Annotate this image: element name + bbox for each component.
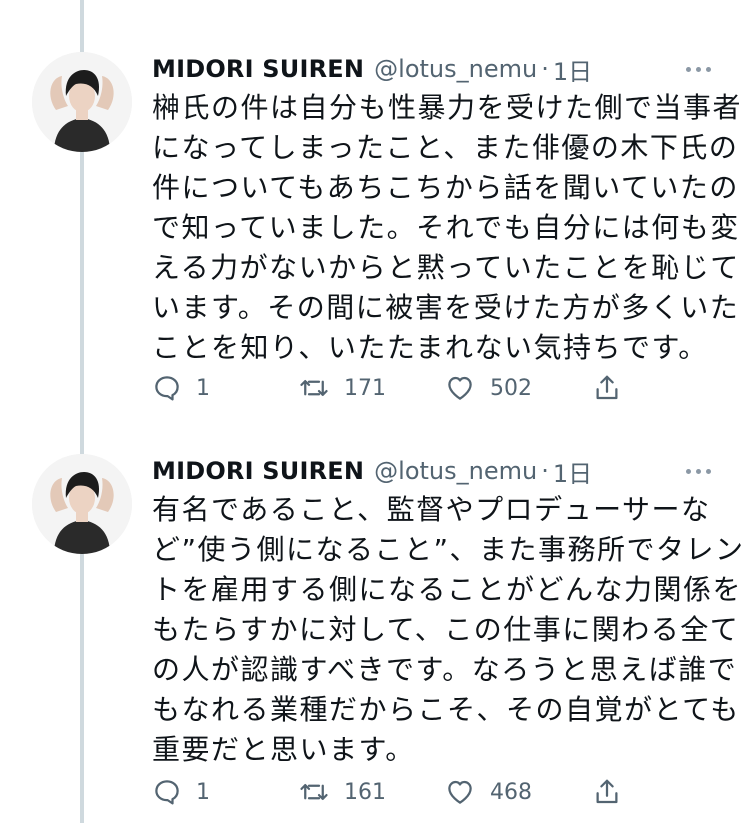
like-button[interactable]: 468: [444, 772, 532, 812]
share-button[interactable]: [592, 772, 622, 812]
more-icon[interactable]: [680, 454, 716, 488]
avatar-image: [32, 454, 132, 554]
author-name[interactable]: MIDORI SUIREN: [152, 457, 364, 485]
tweet-text-line: もたらすかに対して、この仕事に関わる全て: [152, 613, 740, 646]
separator-dot: ·: [541, 457, 549, 485]
tweet-header: MIDORI SUIREN @lotus_nemu · 1日: [152, 52, 730, 86]
retweet-button[interactable]: 171: [298, 368, 386, 408]
retweet-icon: [300, 380, 328, 396]
reply-icon: [155, 780, 179, 805]
tweet-text-line: 件についてもあちこちから話を聞いていたの: [152, 171, 739, 204]
avatar[interactable]: [32, 454, 132, 554]
reply-button[interactable]: 1: [152, 368, 210, 408]
tweet-actions: 1 171 502: [152, 368, 632, 408]
tweet-time[interactable]: 1日: [553, 52, 592, 87]
like-button[interactable]: 502: [444, 368, 532, 408]
share-button[interactable]: [592, 368, 622, 408]
tweet-text-line: 重要だと思います。: [152, 733, 415, 766]
tweet-text-line: もなれる業種だからこそ、その自覚がとても: [152, 693, 740, 726]
reply-count: 1: [196, 779, 210, 805]
tweet-text-line: います。その間に被害を受けた方が多くいた: [152, 291, 740, 324]
reply-count: 1: [196, 375, 210, 401]
tweet-text: 榊氏の件は自分も性暴力を受けた側で当事者 になってしまったこと、また俳優の木下氏…: [152, 88, 743, 368]
author-name[interactable]: MIDORI SUIREN: [152, 55, 364, 83]
like-icon: [448, 376, 472, 400]
tweet-text: 有名であること、監督やプロデューサーな ど”使う側になること”、また事務所でタレ…: [152, 490, 745, 770]
share-icon: [596, 779, 618, 804]
avatar-image: [32, 52, 132, 152]
author-handle[interactable]: @lotus_nemu: [374, 55, 537, 83]
tweet-header: MIDORI SUIREN @lotus_nemu · 1日: [152, 454, 730, 488]
author-handle[interactable]: @lotus_nemu: [374, 457, 537, 485]
reply-button[interactable]: 1: [152, 772, 210, 812]
tweet-text-line: 榊氏の件は自分も性暴力を受けた側で当事者: [152, 91, 743, 124]
like-count: 502: [490, 375, 532, 401]
like-count: 468: [490, 779, 532, 805]
retweet-icon: [300, 784, 328, 800]
like-icon: [448, 780, 472, 804]
tweet-text-line: で知っていました。それでも自分には何も変: [152, 211, 740, 244]
tweet-text-line: 有名であること、監督やプロデューサーな: [152, 493, 711, 526]
tweet-text-line: ど”使う側になること”、また事務所でタレン: [152, 533, 745, 566]
tweet-text-line: になってしまったこと、また俳優の木下氏の: [152, 131, 739, 164]
reply-icon: [155, 376, 179, 401]
tweet-text-line: の人が認識すべきです。なろうと思えば誰で: [152, 653, 738, 686]
share-icon: [596, 375, 618, 400]
retweet-button[interactable]: 161: [298, 772, 386, 812]
avatar[interactable]: [32, 52, 132, 152]
more-icon[interactable]: [680, 52, 716, 86]
tweet-time[interactable]: 1日: [553, 454, 592, 489]
tweet-text-line: える力がないからと黙っていたことを恥じて: [152, 251, 740, 284]
tweet-text-line: ことを知り、いたたまれない気持ちです。: [152, 331, 708, 364]
tweet-text-line: トを雇用する側になることがどんな力関係を: [152, 573, 743, 606]
separator-dot: ·: [541, 55, 549, 83]
tweet-actions: 1 161 468: [152, 772, 632, 812]
retweet-count: 161: [344, 779, 386, 805]
retweet-count: 171: [344, 375, 386, 401]
